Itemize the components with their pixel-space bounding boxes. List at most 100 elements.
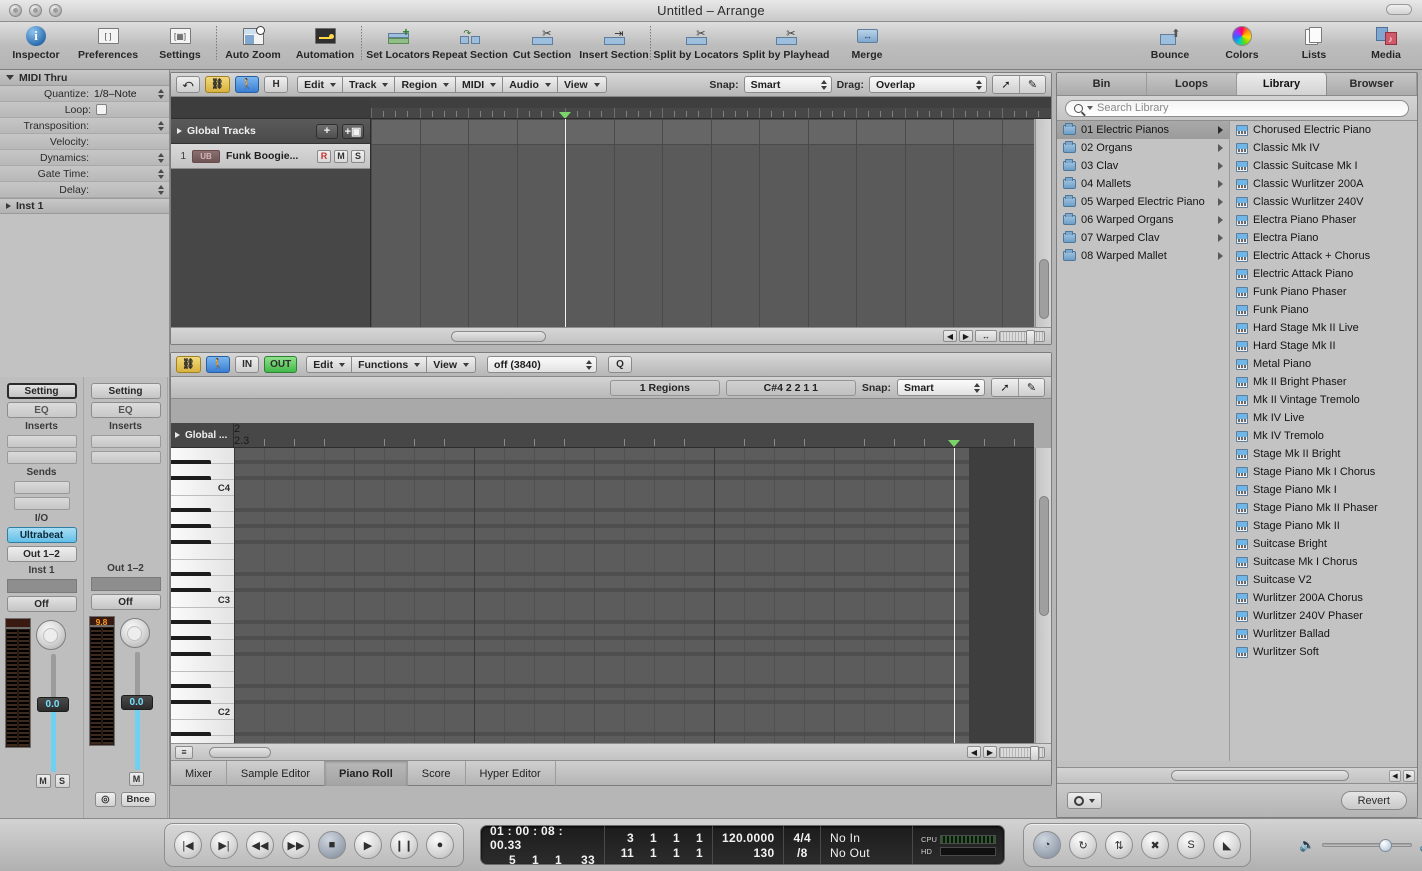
stepper-icon[interactable] — [157, 120, 165, 132]
catch-playhead-button[interactable]: ⤺ — [176, 76, 200, 93]
send-slot[interactable] — [14, 481, 70, 494]
signature-display[interactable]: 4/4 /8 — [784, 826, 821, 864]
volume-slider[interactable] — [1322, 843, 1412, 847]
arrange-canvas[interactable] — [371, 119, 1034, 327]
scroll-thumb[interactable] — [451, 331, 546, 342]
library-patch-item[interactable]: Wurlitzer Soft — [1230, 643, 1417, 661]
playhead-marker[interactable] — [559, 112, 571, 119]
library-patch-item[interactable]: Mk II Bright Phaser — [1230, 373, 1417, 391]
group-slot[interactable] — [7, 579, 77, 593]
library-patch-item[interactable]: Electric Attack + Chorus — [1230, 247, 1417, 265]
editor-vertical-scrollbar[interactable] — [1035, 448, 1051, 743]
library-patch-item[interactable]: Suitcase V2 — [1230, 571, 1417, 589]
library-category-list[interactable]: 01 Electric Pianos02 Organs03 Clav04 Mal… — [1057, 121, 1230, 761]
editor-tool-selector[interactable]: ➚ ✎ — [991, 378, 1045, 397]
toolbar-item-inspector[interactable]: i Inspector — [0, 22, 72, 68]
track-record-button[interactable]: R — [317, 150, 331, 163]
arrange-vertical-scrollbar[interactable] — [1035, 119, 1051, 327]
mute-button[interactable]: M — [36, 774, 51, 788]
library-patch-item[interactable]: Classic Suitcase Mk I — [1230, 157, 1417, 175]
quantize-apply-button[interactable]: Q — [608, 356, 632, 373]
automation-mode-button[interactable]: Off — [91, 594, 161, 610]
autopunch-button[interactable]: ⇅ — [1105, 831, 1133, 859]
output-button[interactable]: Out 1–2 — [7, 546, 77, 562]
editor-global-header[interactable]: Global ... — [171, 423, 234, 448]
arrange-horizontal-scrollbar[interactable]: ◀ ▶ ↔ — [171, 327, 1051, 344]
search-input[interactable]: Search Library — [1065, 100, 1409, 117]
master-volume-control[interactable]: 🔈 🔊 — [1299, 837, 1422, 853]
library-patch-item[interactable]: Hard Stage Mk II Live — [1230, 319, 1417, 337]
library-patch-item[interactable]: Stage Mk II Bright — [1230, 445, 1417, 463]
tab-hyper-editor[interactable]: Hyper Editor — [466, 761, 556, 786]
setting-button[interactable]: Setting — [7, 383, 77, 399]
piano-roll-grid[interactable] — [234, 448, 1034, 743]
tab-library[interactable]: Library — [1237, 73, 1327, 95]
track-name[interactable]: Funk Boogie... — [226, 150, 311, 162]
piano-white-key[interactable] — [171, 736, 234, 743]
duplicate-track-button[interactable]: +▣ — [342, 124, 364, 139]
quantize-popup[interactable]: off (3840) — [487, 356, 597, 373]
library-category-item[interactable]: 03 Clav — [1057, 157, 1229, 175]
toolbar-item-lists[interactable]: Lists — [1278, 22, 1350, 68]
toolbar-item-bounce[interactable]: ⬆ Bounce — [1134, 22, 1206, 68]
volume-fader[interactable]: 0.0 — [120, 652, 154, 770]
library-patch-item[interactable]: Classic Wurlitzer 240V — [1230, 193, 1417, 211]
forward-button[interactable]: ▶▶ — [282, 831, 310, 859]
automation-mode-button[interactable]: Off — [7, 596, 77, 612]
tempo-display[interactable]: 120.0000 130 — [713, 826, 784, 864]
inspector-header[interactable]: MIDI Thru — [0, 70, 169, 86]
pointer-tool-icon[interactable]: ➚ — [992, 379, 1018, 396]
toolbar-item-repeat-section[interactable]: ↷ Repeat Section — [434, 22, 506, 68]
library-patch-item[interactable]: Stage Piano Mk II — [1230, 517, 1417, 535]
library-patch-item[interactable]: Classic Mk IV — [1230, 139, 1417, 157]
rewind-button[interactable]: ◀◀ — [246, 831, 274, 859]
insert-slot[interactable] — [7, 435, 77, 448]
library-category-item[interactable]: 01 Electric Pianos — [1057, 121, 1229, 139]
hierarchy-button[interactable]: H — [264, 76, 288, 93]
library-category-item[interactable]: 08 Warped Mallet — [1057, 247, 1229, 265]
toolbar-item-insert-section[interactable]: ⇥ Insert Section — [578, 22, 650, 68]
menu-edit[interactable]: Edit — [297, 76, 343, 93]
library-patch-item[interactable]: Stage Piano Mk II Phaser — [1230, 499, 1417, 517]
library-patch-item[interactable]: Suitcase Mk I Chorus — [1230, 553, 1417, 571]
midi-activity-display[interactable]: No In No Out — [821, 826, 913, 864]
toolbar-item-merge[interactable]: ↔ Merge — [831, 22, 903, 68]
snap-popup[interactable]: Smart — [744, 76, 832, 93]
library-patch-item[interactable]: Electric Attack Piano — [1230, 265, 1417, 283]
library-patch-item[interactable]: Funk Piano Phaser — [1230, 283, 1417, 301]
inspector-row-dynamics[interactable]: Dynamics: — [0, 150, 169, 166]
library-patch-item[interactable]: Mk II Vintage Tremolo — [1230, 391, 1417, 409]
menu-view[interactable]: View — [558, 76, 607, 93]
inspector-row-gate-time[interactable]: Gate Time: — [0, 166, 169, 182]
piano-keyboard[interactable]: C4C3C2C1 — [171, 448, 234, 743]
library-category-item[interactable]: 04 Mallets — [1057, 175, 1229, 193]
library-patch-item[interactable]: Mk IV Tremolo — [1230, 427, 1417, 445]
library-patch-list[interactable]: Chorused Electric PianoClassic Mk IVClas… — [1230, 121, 1417, 761]
scroll-right-icon[interactable]: ▶ — [1403, 770, 1415, 782]
toolbar-item-split-by-playhead[interactable]: ✂ Split by Playhead — [741, 22, 831, 68]
library-category-item[interactable]: 06 Warped Organs — [1057, 211, 1229, 229]
tool-selector[interactable]: ➚ ✎ — [992, 75, 1046, 94]
library-patch-item[interactable]: Chorused Electric Piano — [1230, 121, 1417, 139]
send-slot[interactable] — [14, 497, 70, 510]
inspector-row-transposition[interactable]: Transposition: — [0, 118, 169, 134]
stereo-button[interactable]: ◎ — [95, 792, 115, 807]
toolbar-toggle-button[interactable] — [1386, 4, 1412, 15]
cycle-area[interactable] — [371, 97, 1051, 108]
inspector-row-quantize[interactable]: Quantize: 1/8–Note — [0, 86, 169, 102]
insert-slot[interactable] — [91, 451, 161, 464]
toolbar-item-colors[interactable]: Colors — [1206, 22, 1278, 68]
group-slot[interactable] — [91, 577, 161, 591]
library-patch-item[interactable]: Hard Stage Mk II — [1230, 337, 1417, 355]
menu-region[interactable]: Region — [395, 76, 456, 93]
volume-knob[interactable] — [1379, 839, 1392, 852]
library-patch-item[interactable]: Suitcase Bright — [1230, 535, 1417, 553]
scroll-left-icon[interactable]: ◀ — [1389, 770, 1401, 782]
menu-midi[interactable]: MIDI — [456, 76, 503, 93]
pencil-tool-icon[interactable]: ✎ — [1019, 76, 1045, 93]
piano-white-key[interactable] — [171, 544, 234, 560]
editor-link-button[interactable]: ⛓ — [176, 356, 201, 373]
eq-button[interactable]: EQ — [7, 402, 77, 418]
editor-menu-view[interactable]: View — [427, 356, 476, 373]
inspector-row-delay[interactable]: Delay: — [0, 182, 169, 198]
